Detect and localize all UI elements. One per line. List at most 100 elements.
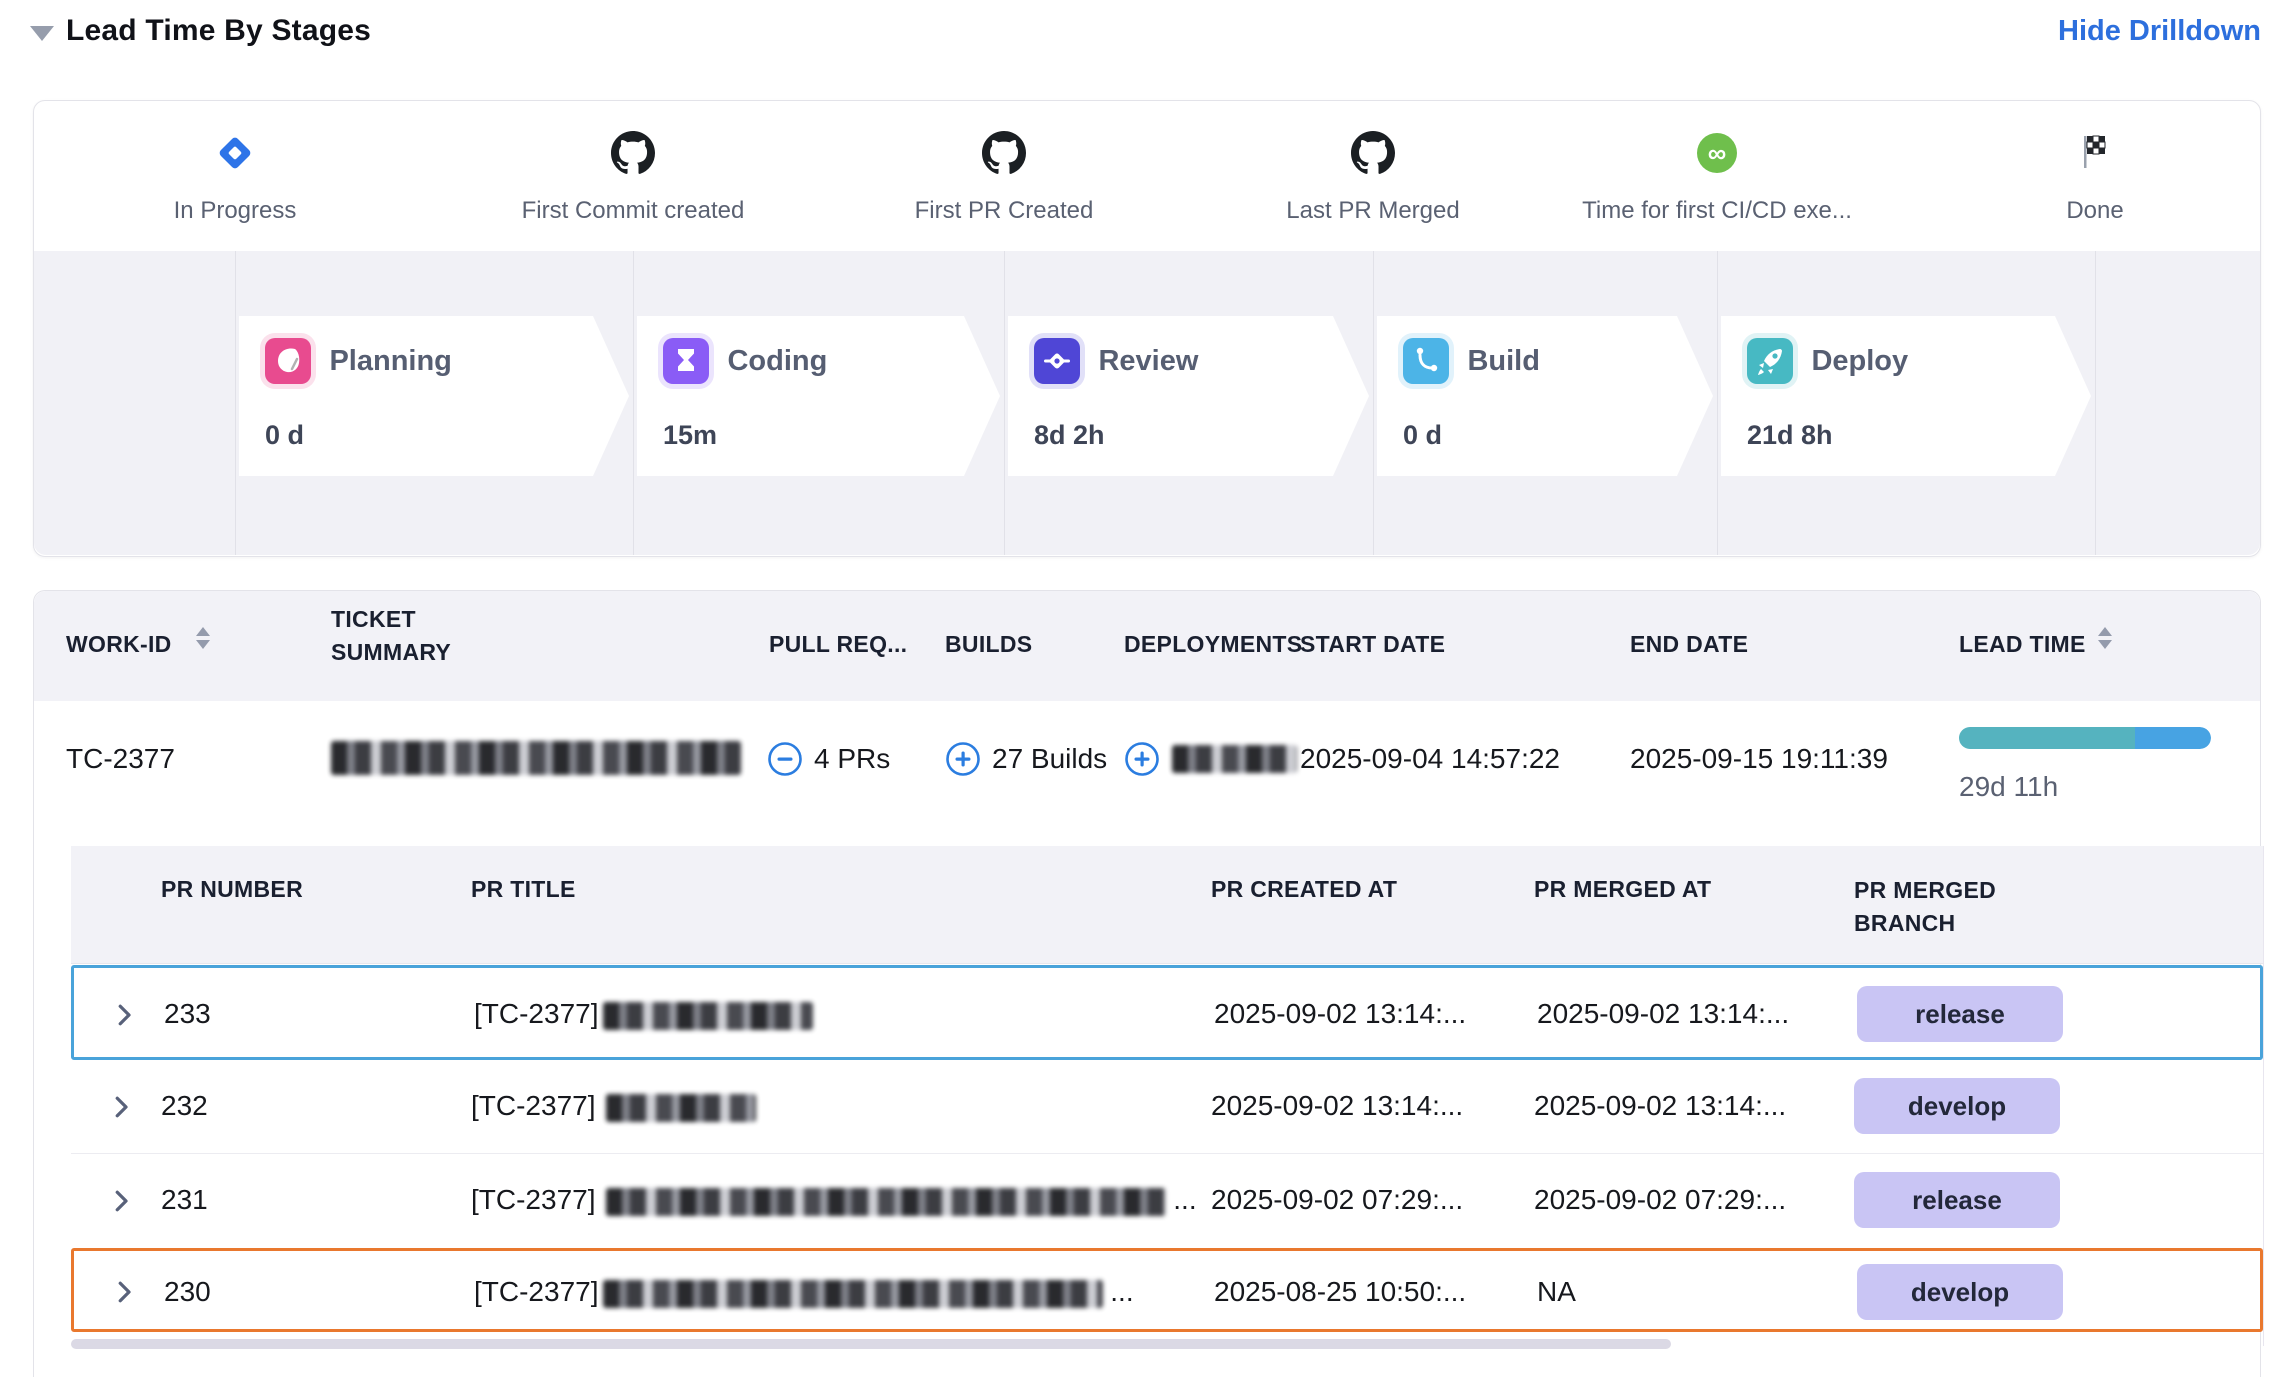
pr-title-prefix: [TC-2377] <box>471 1090 596 1121</box>
pr-row-232[interactable]: 232 [TC-2377] 2025-09-02 13:14:... 2025-… <box>71 1060 2263 1154</box>
stage-name: Planning <box>329 345 451 377</box>
pr-number: 233 <box>164 998 211 1030</box>
minus-circle-icon[interactable] <box>767 741 803 782</box>
stage-name: Review <box>1098 345 1198 377</box>
start-date-value: 2025-09-04 14:57:22 <box>1300 743 1560 775</box>
pr-title-prefix: [TC-2377] <box>474 998 599 1029</box>
chevron-right-icon[interactable] <box>109 1000 139 1035</box>
lead-time-bar-teal <box>1959 727 2135 749</box>
branch-badge: develop <box>1854 1078 2060 1134</box>
pull-requests-count[interactable]: 4 PRs <box>814 743 890 775</box>
pr-title-prefix: [TC-2377] <box>471 1184 596 1215</box>
pr-title: [TC-2377] ... <box>471 1184 1197 1216</box>
triangle-down-icon <box>30 26 54 41</box>
redacted-pr-title <box>603 1002 813 1030</box>
stage-name: Coding <box>727 345 827 377</box>
branch-badge: release <box>1854 1172 2060 1228</box>
col-work-id[interactable]: WORK-ID <box>66 631 172 658</box>
col-pr-merged-at: PR MERGED AT <box>1534 876 1711 903</box>
horizontal-scrollbar-thumb[interactable] <box>71 1339 1671 1349</box>
lead-time-bar <box>1959 727 2211 749</box>
pr-title-prefix: [TC-2377] <box>474 1276 599 1307</box>
chevron-right-icon[interactable] <box>106 1092 136 1127</box>
divider <box>1004 251 1005 555</box>
divider <box>633 251 634 555</box>
hourglass-icon <box>663 338 709 384</box>
hide-drilldown-link[interactable]: Hide Drilldown <box>2058 15 2261 48</box>
stage-coding: Coding 15m <box>637 316 1000 476</box>
pr-row-231[interactable]: 231 [TC-2377] ... 2025-09-02 07:29:... 2… <box>71 1154 2263 1248</box>
redacted-pr-title <box>606 1188 1166 1216</box>
pr-row-233[interactable]: 233 [TC-2377] 2025-09-02 13:14:... 2025-… <box>71 965 2263 1060</box>
page-title: Lead Time By Stages <box>66 14 371 48</box>
milestone-label: In Progress <box>35 197 435 225</box>
stage-planning: Planning 0 d <box>239 316 629 476</box>
pr-title-suffix: ... <box>1173 1184 1196 1215</box>
cicd-infinity-icon: ∞ <box>1697 133 1737 173</box>
stage-duration: 21d 8h <box>1747 420 1833 451</box>
pr-title-suffix: ... <box>1110 1276 1133 1307</box>
branch-badge: release <box>1857 986 2063 1042</box>
col-builds: BUILDS <box>945 631 1032 658</box>
plus-circle-icon[interactable] <box>1124 741 1160 782</box>
stage-duration: 0 d <box>265 420 304 451</box>
redacted-pr-title <box>606 1094 756 1122</box>
pr-created-at: 2025-08-25 10:50:... <box>1214 1276 1466 1308</box>
pr-table: PR NUMBER PR TITLE PR CREATED AT PR MERG… <box>71 846 2264 1346</box>
col-start-date: START DATE <box>1300 631 1445 658</box>
pr-title: [TC-2377] <box>471 1090 756 1122</box>
milestone-label: Time for first CI/CD exe... <box>1517 197 1917 225</box>
col-pr-merged-branch: PR MERGED BRANCH <box>1854 874 2034 941</box>
stages-band: Planning 0 d Coding 15m <box>34 251 2260 555</box>
pr-created-at: 2025-09-02 07:29:... <box>1211 1184 1463 1216</box>
merge-node-icon <box>1034 338 1080 384</box>
stage-deploy: Deploy 21d 8h <box>1721 316 2091 476</box>
pipeline-branch-icon <box>1403 338 1449 384</box>
stage-duration: 15m <box>663 420 717 451</box>
milestone-label: Done <box>1895 197 2291 225</box>
stage-duration: 0 d <box>1403 420 1442 451</box>
collapse-toggle[interactable] <box>30 26 54 41</box>
plus-circle-icon[interactable] <box>945 741 981 782</box>
pr-merged-at: 2025-09-02 13:14:... <box>1537 998 1789 1030</box>
lead-time-bar-blue <box>2135 727 2211 749</box>
pr-merged-at: NA <box>1537 1276 1576 1308</box>
stage-name: Build <box>1467 345 1540 377</box>
stage-name: Deploy <box>1811 345 1908 377</box>
pr-title: [TC-2377] <box>474 998 813 1030</box>
rocket-icon <box>1747 338 1793 384</box>
planning-icon <box>265 338 311 384</box>
stage-review: Review 8d 2h <box>1008 316 1369 476</box>
pr-created-at: 2025-09-02 13:14:... <box>1211 1090 1463 1122</box>
pr-row-230[interactable]: 230 [TC-2377] ... 2025-08-25 10:50:... N… <box>71 1248 2263 1332</box>
jira-diamond-icon <box>213 131 257 175</box>
lead-time-value: 29d 11h <box>1959 771 2058 803</box>
col-pr-title: PR TITLE <box>471 876 576 903</box>
checkered-flag-icon <box>2075 131 2115 171</box>
col-pr-created-at: PR CREATED AT <box>1211 876 1397 903</box>
sort-icon[interactable] <box>2098 627 2112 649</box>
divider <box>1373 251 1374 555</box>
drilldown-table: WORK-ID TICKET SUMMARY PULL REQ... BUILD… <box>33 590 2261 1377</box>
github-icon <box>611 131 655 175</box>
builds-count[interactable]: 27 Builds <box>992 743 1107 775</box>
chevron-right-icon[interactable] <box>109 1277 139 1312</box>
lead-time-stages-panel: ∞ In Progress First Commit created First… <box>33 100 2261 557</box>
work-row[interactable]: TC-2377 4 PRs 27 Builds 2025-09-04 14:57… <box>34 701 2260 816</box>
milestone-label: Last PR Merged <box>1173 197 1573 225</box>
col-pull-requests: PULL REQ... <box>769 631 907 658</box>
redacted-ticket-summary <box>331 741 741 775</box>
chevron-right-icon[interactable] <box>106 1186 136 1221</box>
col-ticket-summary: TICKET SUMMARY <box>331 603 531 670</box>
pr-number: 230 <box>164 1276 211 1308</box>
pr-merged-at: 2025-09-02 13:14:... <box>1534 1090 1786 1122</box>
end-date-value: 2025-09-15 19:11:39 <box>1630 743 1888 775</box>
col-pr-number: PR NUMBER <box>161 876 303 903</box>
pr-number: 231 <box>161 1184 208 1216</box>
sort-icon[interactable] <box>196 627 210 649</box>
col-lead-time[interactable]: LEAD TIME <box>1959 631 2086 658</box>
branch-badge: develop <box>1857 1264 2063 1320</box>
divider <box>2095 251 2096 555</box>
github-icon <box>982 131 1026 175</box>
col-end-date: END DATE <box>1630 631 1748 658</box>
